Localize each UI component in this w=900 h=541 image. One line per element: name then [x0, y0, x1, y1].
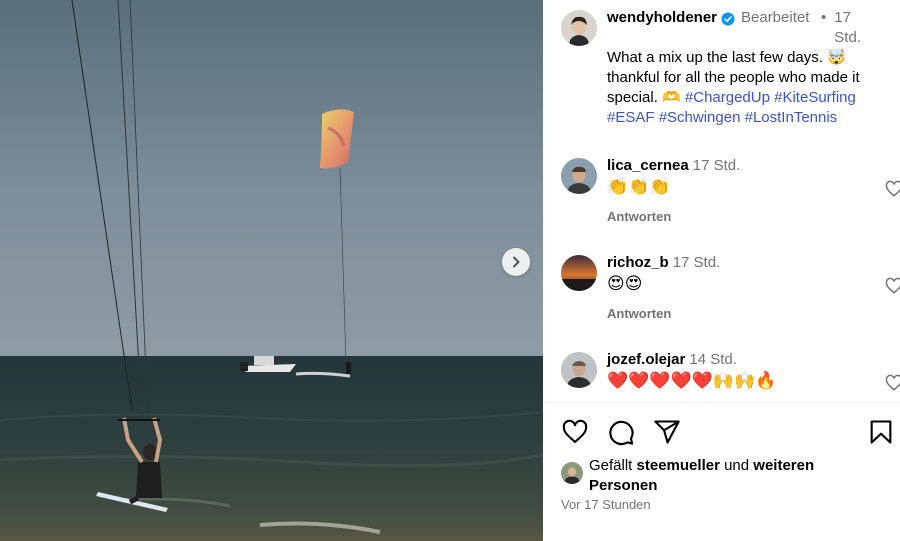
like-button[interactable]	[561, 418, 589, 451]
comment-like-button[interactable]	[885, 180, 900, 203]
hashtag-link[interactable]: #ChargedUp	[685, 89, 770, 106]
reply-button[interactable]: Antworten	[607, 304, 857, 324]
post-details-panel: wendyholdener Bearbeitet • 17 Std. What …	[543, 0, 900, 541]
heart-icon	[562, 419, 588, 443]
comment-time[interactable]: 17 Std.	[673, 254, 721, 271]
post-photo	[0, 0, 543, 541]
save-button[interactable]	[867, 418, 895, 451]
reply-button[interactable]: Antworten	[607, 207, 857, 227]
comment-item: richoz_b 17 Std. 😍😍 Antworten	[561, 253, 900, 333]
likes-prefix: Gefällt	[589, 457, 633, 474]
edited-label: Bearbeitet	[741, 9, 810, 26]
commenter-avatar-image	[561, 158, 597, 194]
heart-icon	[885, 277, 900, 294]
verified-badge-icon	[721, 12, 735, 32]
post-time[interactable]: 17 Std.	[834, 8, 864, 48]
next-photo-button[interactable]	[502, 248, 530, 276]
heart-icon	[885, 180, 900, 197]
likes-conjunction: und	[724, 457, 750, 474]
author-username[interactable]: wendyholdener	[607, 8, 719, 28]
commenter-avatar-image	[561, 255, 597, 291]
liker-avatar-image	[561, 462, 583, 484]
comment-time[interactable]: 14 Std.	[689, 351, 737, 368]
likes-summary: Gefällt steemueller und weiteren Persone…	[561, 456, 881, 496]
comment-like-button[interactable]	[885, 374, 900, 397]
share-button[interactable]	[653, 418, 681, 451]
heart-icon	[885, 374, 900, 391]
comment-item: lica_cernea 17 Std. 👏👏👏 Antworten	[561, 156, 900, 236]
commenter-avatar[interactable]	[561, 158, 597, 194]
liker-avatar[interactable]	[561, 462, 583, 484]
bookmark-icon	[870, 420, 892, 444]
comment-bubble-icon	[609, 420, 634, 446]
comment-text: ❤️❤️❤️❤️❤️🙌🙌🔥	[607, 371, 777, 390]
send-icon	[654, 420, 680, 444]
post-action-bar	[561, 418, 892, 446]
kitesurfing-photo	[0, 0, 543, 541]
hashtag-link[interactable]: #ESAF	[607, 109, 655, 126]
comment-body: lica_cernea 17 Std. 👏👏👏 Antworten	[607, 156, 857, 227]
hashtag-link[interactable]: #KiteSurfing	[774, 89, 856, 106]
comment-button[interactable]	[607, 418, 635, 451]
author-avatar-image	[561, 10, 597, 46]
commenter-avatar[interactable]	[561, 352, 597, 388]
commenter-avatar[interactable]	[561, 255, 597, 291]
comment-time[interactable]: 17 Std.	[693, 157, 741, 174]
author-avatar[interactable]	[561, 10, 597, 46]
comment-username[interactable]: jozef.olejar	[607, 351, 685, 368]
hashtag-link[interactable]: #LostInTennis	[745, 109, 838, 126]
commenter-avatar-image	[561, 352, 597, 388]
caption-text: What a mix up the last few days. 🤯 thank…	[607, 48, 897, 128]
comment-like-button[interactable]	[885, 277, 900, 300]
comment-username[interactable]: lica_cernea	[607, 157, 689, 174]
comment-body: jozef.olejar 14 Std. ❤️❤️❤️❤️❤️🙌🙌🔥	[607, 350, 857, 392]
comment-text: 👏👏👏	[607, 177, 671, 196]
comment-body: richoz_b 17 Std. 😍😍 Antworten	[607, 253, 857, 324]
actions-divider	[543, 402, 900, 403]
comment-text: 😍😍	[607, 274, 643, 293]
comment-username[interactable]: richoz_b	[607, 254, 669, 271]
separator-dot: •	[821, 9, 827, 26]
liker-username[interactable]: steemueller	[637, 457, 720, 474]
caption-body: wendyholdener Bearbeitet • 17 Std. What …	[607, 8, 897, 128]
comment-item: jozef.olejar 14 Std. ❤️❤️❤️❤️❤️🙌🙌🔥	[561, 350, 900, 400]
post-timestamp[interactable]: Vor 17 Stunden	[561, 497, 651, 512]
hashtag-link[interactable]: #Schwingen	[659, 109, 741, 126]
caption-header: wendyholdener Bearbeitet • 17 Std.	[607, 8, 897, 48]
chevron-right-icon	[513, 256, 520, 268]
